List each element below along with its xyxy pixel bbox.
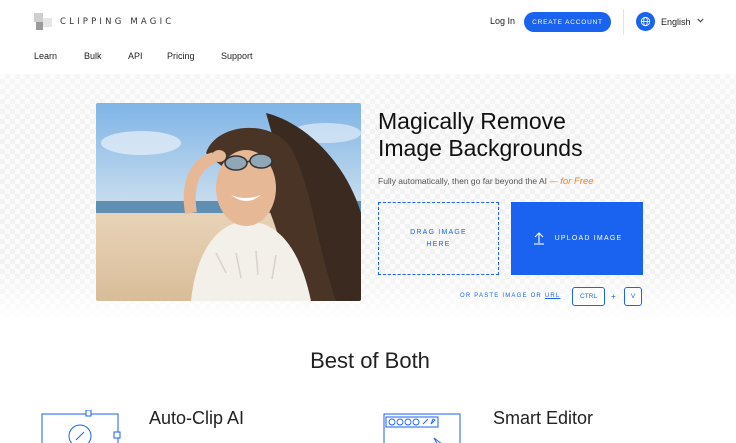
nav-item-learn[interactable]: Learn (34, 51, 57, 61)
feature-smart-editor-title: Smart Editor (493, 408, 594, 428)
login-link[interactable]: Log In (490, 16, 515, 26)
hero-photo (96, 103, 361, 301)
create-account-button[interactable]: CREATE ACCOUNT (524, 12, 611, 32)
hero-subtitle-text: Fully automatically, then go far beyond … (378, 176, 547, 186)
chevron-down-icon (696, 18, 704, 25)
header-divider (623, 9, 624, 35)
key-plus: + (611, 292, 616, 301)
paste-hint: OR PASTE IMAGE OR URL (460, 293, 560, 299)
paste-prefix: OR PASTE IMAGE OR (460, 293, 542, 299)
nav-item-support[interactable]: Support (221, 51, 253, 61)
hero-subtitle-free: for Free (560, 176, 594, 187)
logo-text: CLIPPING MAGIC (60, 17, 175, 27)
upload-arrow-icon (532, 231, 546, 247)
site-header: CLIPPING MAGIC Log In CREATE ACCOUNT Eng… (0, 0, 736, 44)
language-label: English (661, 16, 691, 27)
nav-item-api[interactable]: API (128, 51, 143, 61)
section-title: Best of Both (310, 348, 430, 373)
ctrl-key: CTRL (572, 287, 605, 306)
drag-line1: DRAG IMAGE (410, 228, 467, 236)
nav-item-pricing[interactable]: Pricing (167, 51, 195, 61)
hero-title-line2: Image Backgrounds (378, 135, 583, 161)
upload-label: UPLOAD IMAGE (554, 235, 623, 242)
smart-editor-illustration-icon (382, 410, 462, 443)
hero-title: Magically Remove Image Backgrounds (378, 108, 583, 162)
hero-title-line1: Magically Remove (378, 108, 566, 134)
drag-line2: HERE (426, 240, 451, 248)
logo[interactable]: CLIPPING MAGIC (34, 13, 174, 31)
drag-image-dropzone[interactable]: DRAG IMAGE HERE (378, 202, 499, 275)
v-key: V (624, 287, 642, 306)
auto-clip-illustration-icon (40, 409, 122, 443)
logo-mark-icon (34, 13, 52, 31)
hero-subtitle: Fully automatically, then go far beyond … (378, 176, 594, 187)
paste-url-link[interactable]: URL (545, 293, 561, 299)
nav-item-bulk[interactable]: Bulk (84, 51, 102, 61)
hero-subtitle-dash: — (549, 176, 558, 186)
language-selector[interactable]: English (636, 12, 704, 31)
feature-auto-clip-title: Auto-Clip AI (149, 408, 245, 428)
upload-image-button[interactable]: UPLOAD IMAGE (511, 202, 643, 275)
globe-chat-icon (636, 12, 655, 31)
